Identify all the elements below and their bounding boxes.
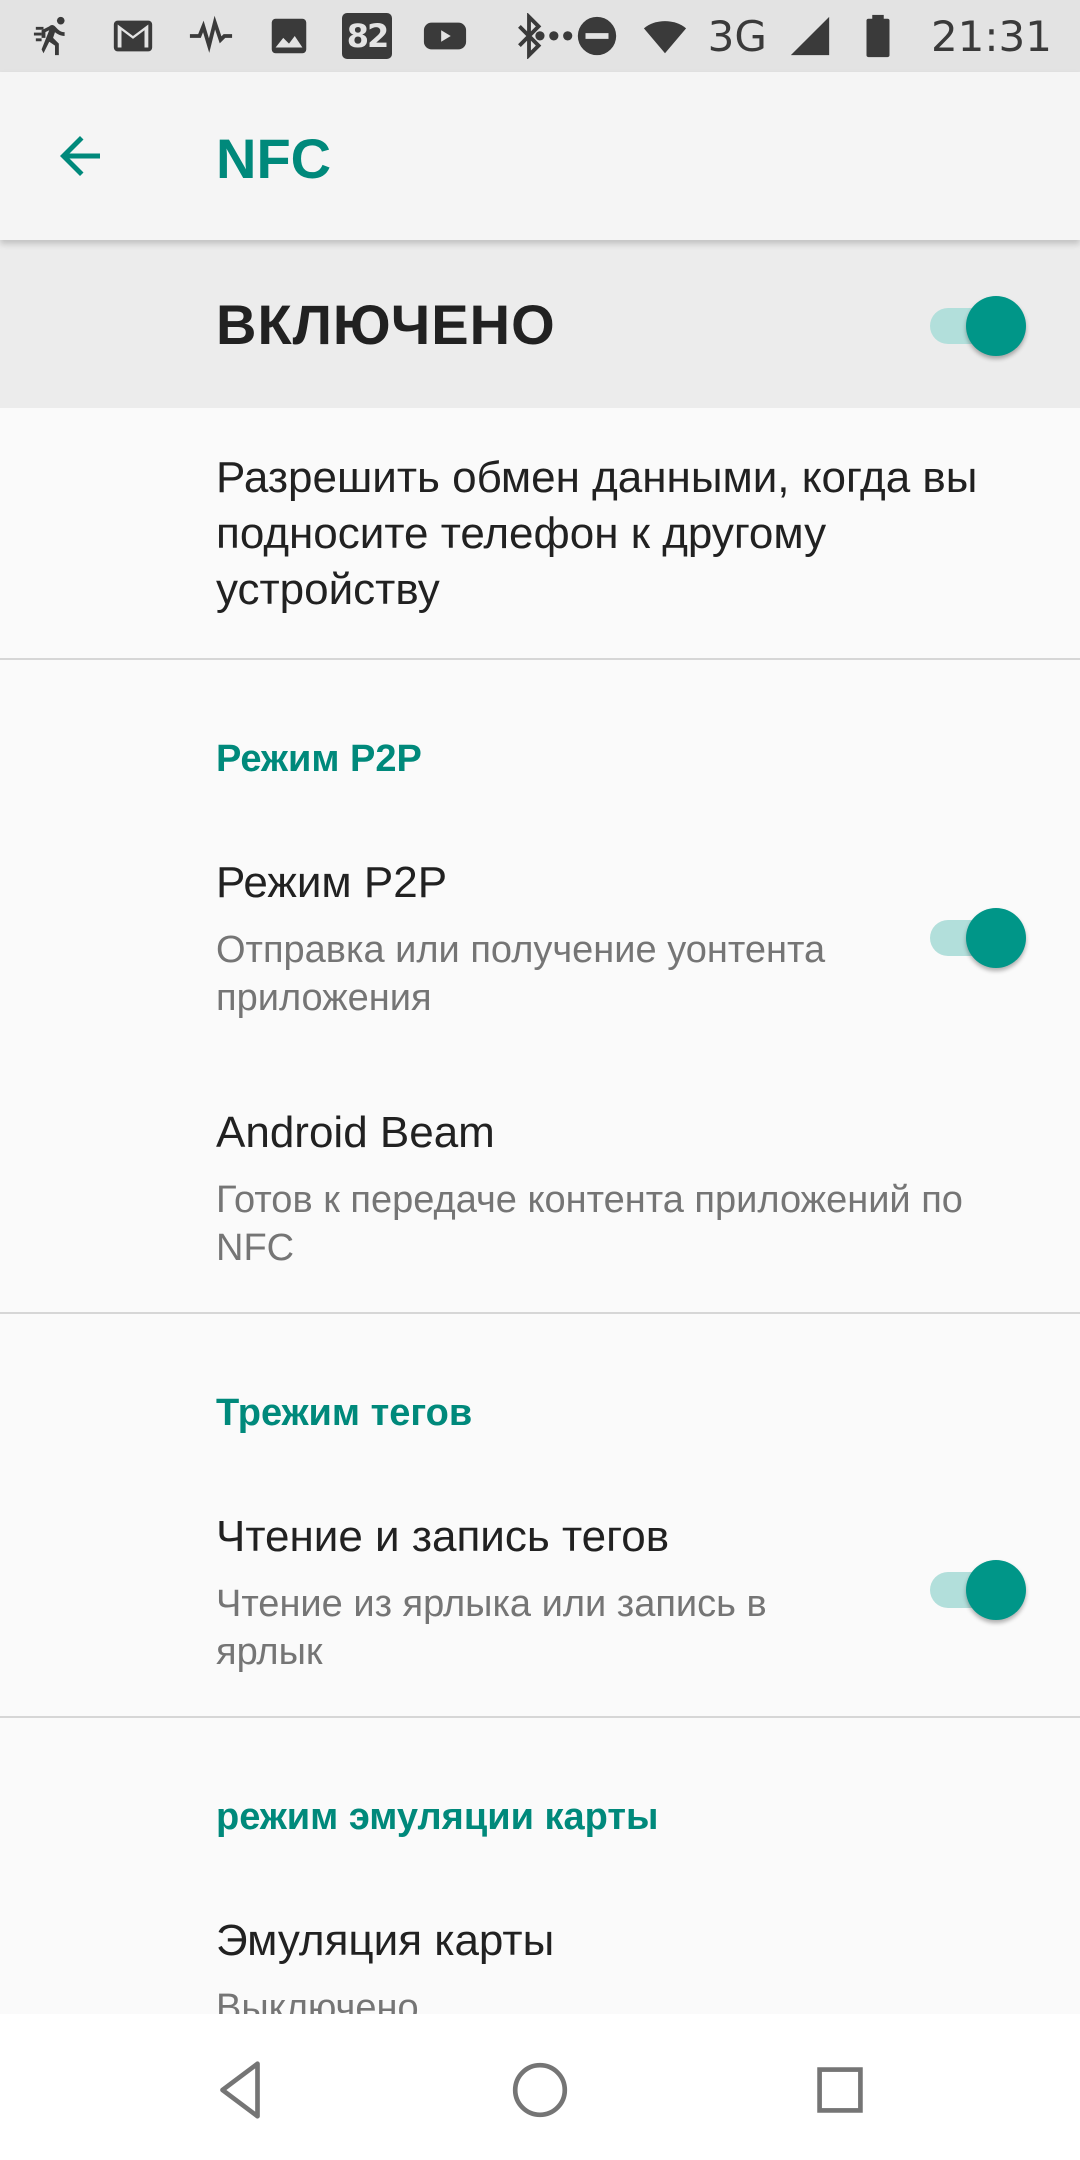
switch-thumb (966, 908, 1026, 968)
image-icon (264, 11, 314, 61)
battery-icon (853, 11, 903, 61)
nav-recents-button[interactable] (800, 2050, 880, 2130)
clock: 21:31 (930, 11, 1052, 61)
runner-icon (30, 11, 80, 61)
switch-thumb (966, 1560, 1026, 1620)
divider (0, 1312, 1080, 1314)
android-beam-subtitle: Готов к передаче контента приложений по … (216, 1179, 963, 1269)
gmail-icon (108, 11, 158, 61)
counter-badge-icon: 82 (342, 13, 392, 59)
section-header-p2p: Режим P2P (216, 738, 422, 780)
section-header-card-emulation: режим эмуляции карты (216, 1796, 659, 1838)
p2p-mode-title: Режим P2P (216, 858, 448, 907)
bluetooth-icon (504, 11, 554, 61)
p2p-mode-toggle[interactable] (924, 906, 1026, 968)
pulse-icon (186, 11, 236, 61)
nfc-description: Разрешить обмен данными, когда вы поднос… (216, 453, 978, 614)
master-switch-toggle[interactable] (924, 294, 1026, 356)
switch-thumb (966, 296, 1026, 356)
nav-home-button[interactable] (500, 2050, 580, 2130)
signal-icon (785, 11, 835, 61)
page-title: NFC (216, 127, 332, 190)
circle-home-icon (512, 2062, 568, 2118)
tag-read-write-title: Чтение и запись тегов (216, 1512, 670, 1561)
arrow-back-icon (60, 136, 100, 176)
card-emulation-title: Эмуляция карты (216, 1916, 555, 1965)
navigation-bar (0, 2014, 1080, 2160)
screen: 82 ••• 3G 21:31 NFC ВКЛЮЧЕНО Разрешить о… (0, 0, 1080, 2160)
triangle-back-icon (220, 2061, 260, 2119)
square-recents-icon (817, 2067, 863, 2113)
tag-read-write-toggle[interactable] (924, 1558, 1026, 1620)
youtube-icon (420, 11, 470, 61)
do-not-disturb-icon (572, 11, 622, 61)
nav-back-button[interactable] (200, 2050, 280, 2130)
status-bar: 82 ••• 3G 21:31 (0, 0, 1080, 72)
android-beam-title: Android Beam (216, 1108, 495, 1157)
divider (0, 1716, 1080, 1718)
tag-read-write-subtitle: Чтение из ярлыка или запись в ярлык (216, 1583, 767, 1673)
wifi-icon (640, 11, 690, 61)
divider (0, 658, 1080, 660)
network-type: 3G (707, 11, 767, 61)
app-bar: NFC (0, 72, 1080, 240)
notification-area: 82 ••• (30, 0, 576, 72)
section-header-tags: Трежим тегов (216, 1392, 473, 1434)
master-switch-row[interactable]: ВКЛЮЧЕНО (0, 240, 1080, 408)
system-status: 3G 21:31 (504, 0, 1052, 72)
master-switch-label: ВКЛЮЧЕНО (216, 293, 556, 356)
back-button[interactable] (40, 116, 120, 196)
p2p-mode-subtitle: Отправка или получение уонтента приложен… (216, 929, 826, 1019)
